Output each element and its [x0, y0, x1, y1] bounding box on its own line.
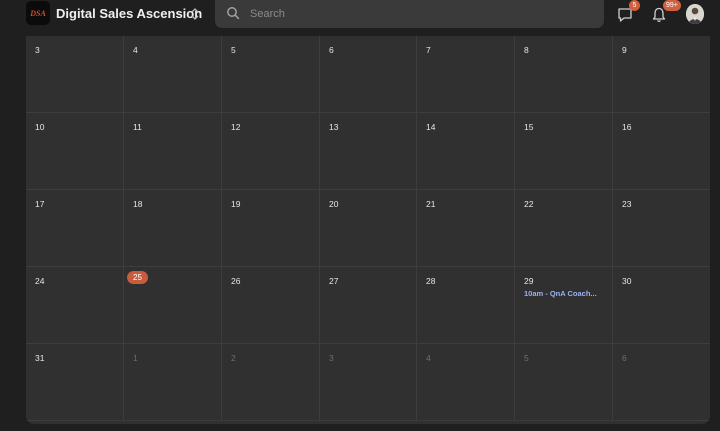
day-number: 5	[524, 353, 529, 363]
day-number: 16	[622, 122, 632, 132]
day-number: 9	[622, 45, 627, 55]
day-number: 27	[329, 276, 339, 286]
search-icon	[227, 7, 240, 20]
chevron-up-down-icon[interactable]	[189, 5, 201, 23]
calendar-day-cell[interactable]: 21	[417, 190, 515, 267]
calendar-day-cell[interactable]: 1	[124, 344, 222, 421]
calendar-day-cell[interactable]: 16	[613, 113, 710, 190]
search-input[interactable]	[250, 4, 590, 24]
day-number: 12	[231, 122, 241, 132]
day-number: 1	[133, 353, 138, 363]
day-number: 2	[231, 353, 236, 363]
calendar-week: 3 4 5 6 7 8 9	[26, 36, 710, 113]
calendar-day-cell[interactable]: 6	[613, 344, 710, 421]
day-number: 21	[426, 199, 436, 209]
calendar-day-cell[interactable]: 13	[320, 113, 417, 190]
day-number: 26	[231, 276, 241, 286]
day-number: 31	[35, 353, 45, 363]
day-number: 15	[524, 122, 534, 132]
calendar-day-cell[interactable]: 9	[613, 36, 710, 113]
calendar-day-cell[interactable]: 12	[222, 113, 320, 190]
day-number: 30	[622, 276, 632, 286]
calendar-day-cell[interactable]: 15	[515, 113, 613, 190]
day-number: 28	[426, 276, 436, 286]
day-number: 14	[426, 122, 436, 132]
calendar-day-cell[interactable]: 5	[222, 36, 320, 113]
calendar-day-cell[interactable]: 29 10am - QnA Coach...	[515, 267, 613, 344]
calendar-day-cell[interactable]: 20	[320, 190, 417, 267]
search-bar[interactable]	[215, 0, 604, 28]
calendar-day-cell[interactable]: 5	[515, 344, 613, 421]
day-number: 3	[35, 45, 40, 55]
day-number: 6	[329, 45, 334, 55]
calendar-week: 31 1 2 3 4 5 6	[26, 344, 710, 421]
calendar-day-cell[interactable]: 8	[515, 36, 613, 113]
day-number: 7	[426, 45, 431, 55]
user-avatar-icon	[686, 4, 704, 24]
day-number: 23	[622, 199, 632, 209]
calendar-day-cell[interactable]: 25	[124, 267, 222, 344]
calendar-day-cell[interactable]: 14	[417, 113, 515, 190]
calendar-day-cell[interactable]: 11	[124, 113, 222, 190]
calendar-day-cell[interactable]: 10	[26, 113, 124, 190]
calendar-day-cell[interactable]: 31	[26, 344, 124, 421]
calendar-day-cell[interactable]: 23	[613, 190, 710, 267]
day-number: 18	[133, 199, 143, 209]
calendar-day-cell[interactable]: 7	[417, 36, 515, 113]
top-bar: DSA Digital Sales Ascension 5 99+	[0, 0, 720, 30]
calendar-day-cell[interactable]: 4	[124, 36, 222, 113]
day-number: 29	[524, 276, 534, 286]
messages-badge: 5	[629, 0, 640, 11]
day-number: 20	[329, 199, 339, 209]
day-number: 24	[35, 276, 45, 286]
day-number: 5	[231, 45, 236, 55]
calendar-day-cell[interactable]: 27	[320, 267, 417, 344]
calendar-day-cell[interactable]: 22	[515, 190, 613, 267]
day-number: 4	[426, 353, 431, 363]
calendar-week: 10 11 12 13 14 15 16	[26, 113, 710, 190]
day-number: 6	[622, 353, 627, 363]
day-number: 17	[35, 199, 45, 209]
calendar-week: 24 25 26 27 28 29 10am - QnA Coach... 30	[26, 267, 710, 344]
calendar-day-cell[interactable]: 19	[222, 190, 320, 267]
day-number: 13	[329, 122, 339, 132]
day-number: 4	[133, 45, 138, 55]
today-date-pill: 25	[127, 271, 148, 284]
calendar-day-cell[interactable]: 26	[222, 267, 320, 344]
calendar-week: 17 18 19 20 21 22 23	[26, 190, 710, 267]
calendar-day-cell[interactable]: 6	[320, 36, 417, 113]
day-number: 3	[329, 353, 334, 363]
calendar-event[interactable]: 10am - QnA Coach...	[524, 289, 597, 298]
calendar-day-cell[interactable]: 30	[613, 267, 710, 344]
logo-text: DSA	[30, 8, 46, 18]
avatar[interactable]	[686, 4, 704, 24]
day-number: 8	[524, 45, 529, 55]
calendar-day-cell[interactable]: 28	[417, 267, 515, 344]
day-number: 22	[524, 199, 534, 209]
month-calendar: 3 4 5 6 7 8 9 10 11 12 13 14 15 16 17 18 19 20 21 22 23 24 25 2…	[26, 36, 710, 424]
app-logo[interactable]: DSA	[26, 1, 50, 25]
day-number: 11	[133, 122, 142, 132]
calendar-day-cell[interactable]: 3	[26, 36, 124, 113]
calendar-day-cell[interactable]: 24	[26, 267, 124, 344]
calendar-day-cell[interactable]: 4	[417, 344, 515, 421]
calendar-day-cell[interactable]: 3	[320, 344, 417, 421]
day-number: 10	[35, 122, 45, 132]
calendar-day-cell[interactable]: 17	[26, 190, 124, 267]
alerts-badge: 99+	[663, 0, 681, 11]
calendar-day-cell[interactable]: 18	[124, 190, 222, 267]
calendar-day-cell[interactable]: 2	[222, 344, 320, 421]
app-name[interactable]: Digital Sales Ascension	[56, 6, 202, 21]
day-number: 19	[231, 199, 241, 209]
